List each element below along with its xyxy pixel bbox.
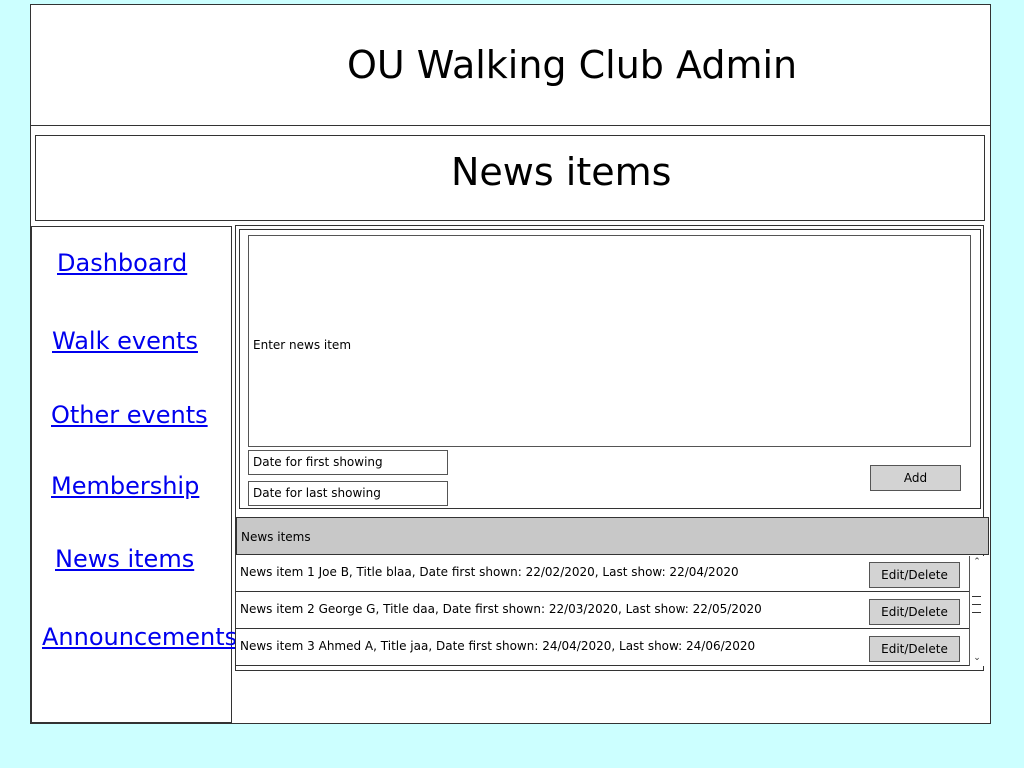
sidebar-item-other-events[interactable]: Other events	[51, 401, 208, 429]
app-window: OU Walking Club Admin News items Dashboa…	[30, 4, 991, 724]
news-list-row: News item 3 Ahmed A, Title jaa, Date fir…	[236, 629, 983, 666]
sidebar-item-dashboard[interactable]: Dashboard	[57, 249, 187, 277]
app-header: OU Walking Club Admin	[31, 5, 990, 126]
sidebar-item-walk-events[interactable]: Walk events	[52, 327, 198, 355]
scroll-down-arrow-icon[interactable]: ⌄	[970, 652, 984, 664]
news-item-textarea[interactable]: Enter news item	[248, 235, 971, 447]
last-showing-date-placeholder: Date for last showing	[253, 486, 381, 500]
main-content: Enter news item Date for first showing D…	[235, 225, 989, 671]
sidebar-nav: Dashboard Walk events Other events Membe…	[31, 226, 237, 723]
edit-delete-button[interactable]: Edit/Delete	[869, 562, 960, 588]
news-entry-form: Enter news item Date for first showing D…	[239, 229, 981, 509]
first-showing-date-input[interactable]: Date for first showing	[248, 450, 448, 475]
news-row-text: News item 2 George G, Title daa, Date fi…	[240, 602, 762, 616]
edit-delete-button[interactable]: Edit/Delete	[869, 599, 960, 625]
news-list-row: News item 1 Joe B, Title blaa, Date firs…	[236, 555, 983, 592]
news-list-scrollbar[interactable]: ⌃ ⌄	[969, 556, 984, 666]
scroll-thumb[interactable]	[972, 596, 981, 597]
first-showing-date-placeholder: Date for first showing	[253, 455, 383, 469]
scroll-thumb-line	[972, 604, 981, 605]
scroll-thumb-line	[972, 612, 981, 613]
news-list-header: News items	[236, 517, 989, 555]
edit-delete-button[interactable]: Edit/Delete	[869, 636, 960, 662]
app-title: OU Walking Club Admin	[347, 43, 798, 87]
news-row-text: News item 3 Ahmed A, Title jaa, Date fir…	[240, 639, 756, 653]
news-list-row: News item 2 George G, Title daa, Date fi…	[236, 592, 983, 629]
last-showing-date-input[interactable]: Date for last showing	[248, 481, 448, 506]
sidebar-item-announcements[interactable]: Announcements	[42, 623, 237, 651]
news-row-text: News item 1 Joe B, Title blaa, Date firs…	[240, 565, 739, 579]
sidebar-item-membership[interactable]: Membership	[51, 472, 199, 500]
news-list-header-label: News items	[241, 530, 311, 544]
sidebar-item-news-items[interactable]: News items	[55, 545, 194, 573]
page-title: News items	[451, 150, 672, 194]
add-button[interactable]: Add	[870, 465, 961, 491]
scroll-up-arrow-icon[interactable]: ⌃	[970, 556, 984, 568]
news-item-placeholder: Enter news item	[253, 338, 352, 352]
page-header: News items	[35, 135, 985, 221]
